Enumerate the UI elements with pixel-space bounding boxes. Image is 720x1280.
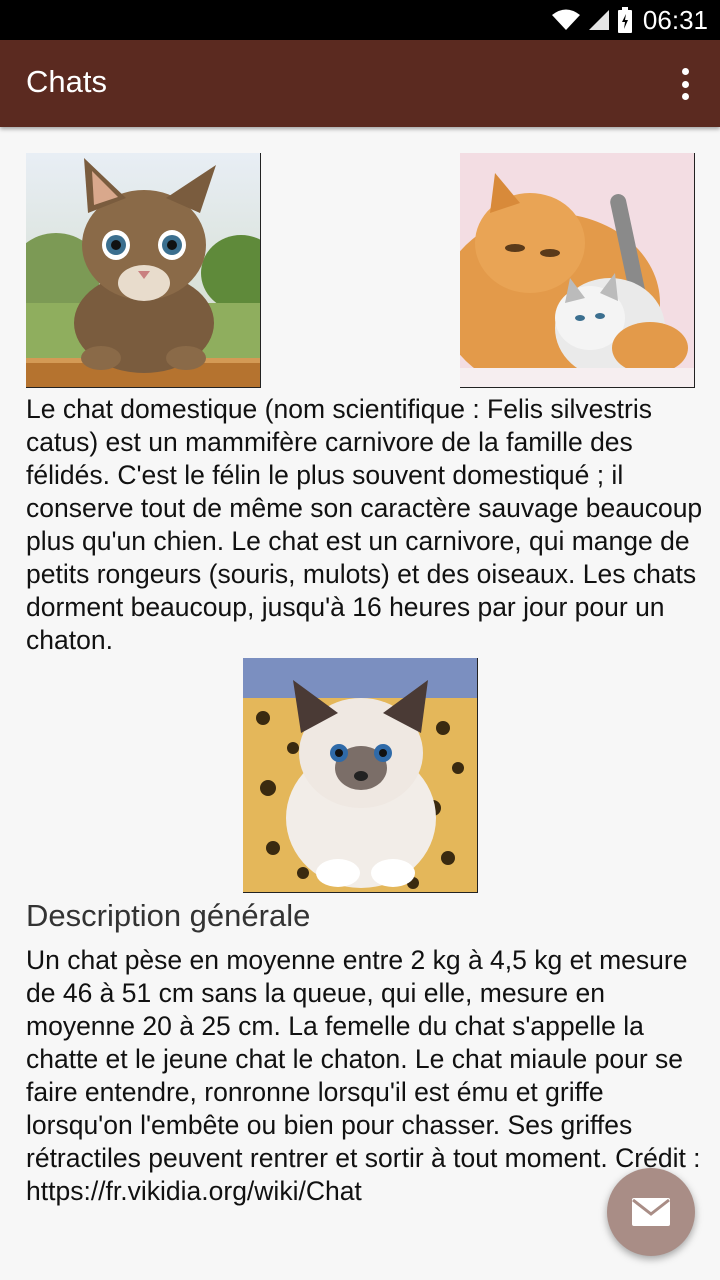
mail-icon xyxy=(632,1198,670,1226)
intro-paragraph: Le chat domestique (nom scientifique : F… xyxy=(26,394,703,655)
wifi-icon xyxy=(551,9,580,30)
kitten-tabby-image xyxy=(26,153,261,388)
status-time: 06:31 xyxy=(642,4,708,35)
battery-icon xyxy=(617,7,632,33)
kitten-white-image xyxy=(243,658,478,893)
page-title: Chats xyxy=(26,64,107,99)
email-fab-button[interactable] xyxy=(607,1168,695,1256)
more-vert-icon[interactable] xyxy=(670,66,700,102)
app-bar: Chats xyxy=(0,40,720,127)
section-heading: Description générale xyxy=(26,898,311,933)
content-scroll[interactable]: Le chat domestique (nom scientifique : F… xyxy=(0,127,720,1280)
signal-icon xyxy=(588,10,609,30)
status-bar: 06:31 xyxy=(0,0,720,40)
description-paragraph: Un chat pèse en moyenne entre 2 kg à 4,5… xyxy=(26,945,701,1206)
cat-and-kitten-image xyxy=(460,153,695,388)
